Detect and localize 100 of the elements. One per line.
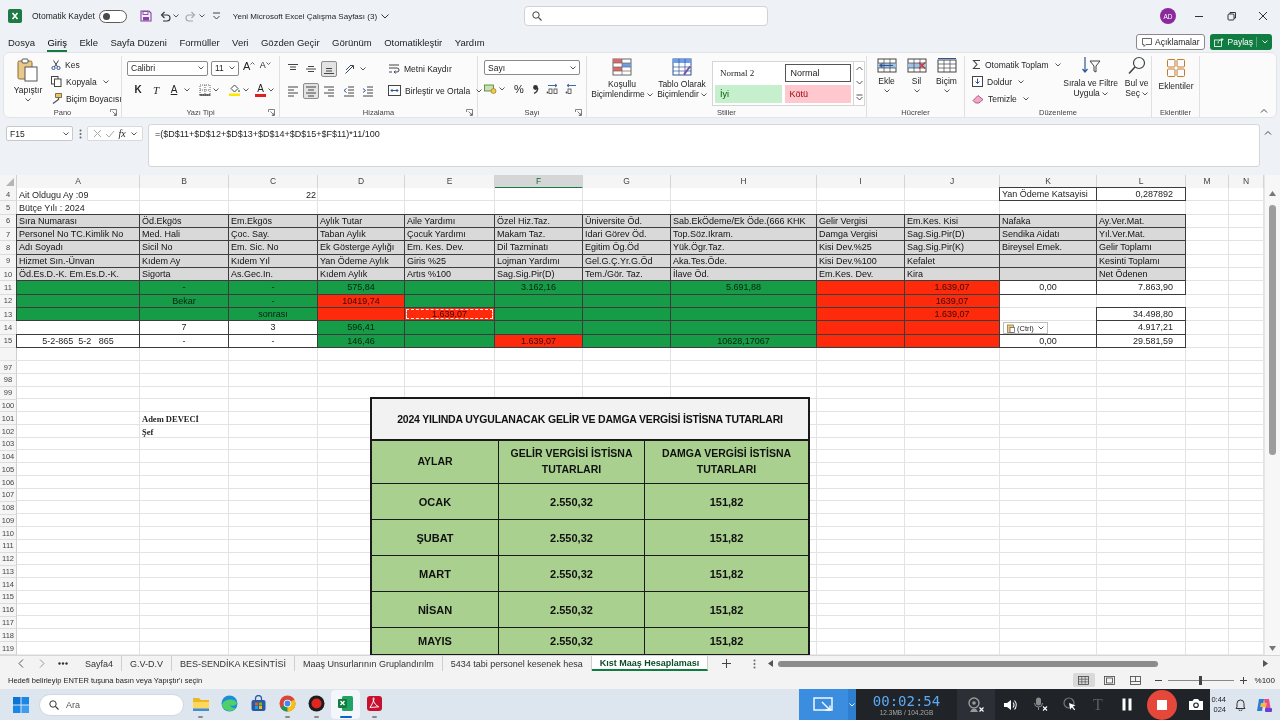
ribbon-tab[interactable]: Ekle	[79, 32, 98, 52]
ribbon-tab[interactable]: Formüller	[179, 32, 220, 52]
name-box[interactable]: F15	[6, 126, 73, 141]
grow-font-button[interactable]: A	[243, 60, 256, 76]
ribbon-tab[interactable]: Sayfa Düzeni	[110, 32, 167, 52]
clear-button[interactable]: Temizle	[972, 90, 1061, 107]
shrink-font-button[interactable]: A	[259, 60, 272, 76]
decrease-decimal-icon[interactable]	[565, 83, 578, 94]
bell-icon[interactable]	[1235, 698, 1246, 711]
formula-field[interactable]: =($D$11+$D$12+$D$13+$D$14+$D$15+$F$11)*11/100	[148, 124, 1260, 167]
taskbar-search-field[interactable]: Ara	[39, 693, 184, 716]
save-icon[interactable]	[139, 10, 152, 22]
cursor-click-icon[interactable]	[1062, 697, 1077, 712]
accounting-icon[interactable]	[484, 83, 497, 94]
assistant-app-icon[interactable]	[1256, 697, 1272, 712]
scrollbar-thumb[interactable]	[1269, 205, 1276, 455]
scroll-down-icon[interactable]	[855, 80, 863, 85]
font-size-field[interactable]: 11	[211, 60, 239, 76]
normal-view-button[interactable]	[1072, 673, 1095, 687]
fill-color-icon[interactable]	[228, 83, 241, 96]
conditional-formatting-button[interactable]: Koşullu Biçimlendirme	[591, 58, 653, 107]
search-field[interactable]	[524, 6, 768, 26]
scrollbar-thumb[interactable]	[778, 660, 1159, 667]
add-ins-button[interactable]: Eklentiler	[1154, 58, 1198, 107]
font-name-field[interactable]: Calibri	[127, 60, 208, 76]
header-cell: Em.Kes. Kisi	[904, 213, 1000, 228]
cell-style-button[interactable]: İyi	[715, 85, 782, 103]
share-button[interactable]: Paylaş	[1210, 34, 1272, 50]
scroll-right-icon[interactable]	[1263, 660, 1268, 667]
more-options-icon[interactable]	[753, 658, 757, 669]
start-menu-icon[interactable]	[13, 696, 29, 713]
insert-cells-button[interactable]: Ekle	[872, 58, 901, 107]
undo-icon[interactable]	[158, 10, 171, 22]
autosave-toggle[interactable]	[98, 9, 127, 23]
dialog-launcher-icon[interactable]	[110, 108, 117, 116]
scroll-down-icon[interactable]	[1269, 646, 1276, 651]
ellipsis-icon[interactable]	[58, 662, 68, 665]
cut-button[interactable]: Kes	[51, 56, 122, 73]
italic-button[interactable]: T	[148, 81, 164, 98]
align-center-button[interactable]	[303, 82, 319, 99]
ribbon-tab[interactable]: Otomatikleştir	[384, 32, 443, 52]
number-format-field[interactable]: Sayı	[484, 60, 580, 75]
cell-style-button[interactable]: Kötü	[784, 85, 851, 103]
fill-button[interactable]: Doldur	[972, 73, 1061, 90]
format-as-table-button[interactable]: Tablo Olarak Biçimlendir	[655, 58, 709, 107]
wrap-text-button[interactable]: Metni Kaydır	[388, 60, 483, 77]
format-painter-button[interactable]: Biçim Boyacısı	[51, 90, 122, 107]
webcam-icon[interactable]	[967, 696, 985, 713]
increase-indent-icon[interactable]	[362, 84, 374, 97]
paste-button[interactable]: Yapıştır	[9, 56, 47, 107]
column-header[interactable]: F	[495, 175, 583, 189]
close-icon[interactable]	[1258, 11, 1268, 21]
cell-style-button[interactable]: Normal	[784, 64, 851, 82]
checkmark-icon[interactable]	[105, 129, 116, 138]
decrease-indent-icon[interactable]	[343, 84, 355, 97]
dialog-launcher-icon[interactable]	[466, 108, 473, 116]
zoom-in-icon[interactable]	[1239, 676, 1247, 684]
microphone-icon[interactable]	[1032, 697, 1048, 712]
bold-button[interactable]: K	[130, 81, 146, 98]
ribbon-tab[interactable]: Dosya	[8, 32, 35, 52]
sheet-tab[interactable]: Kıst Maaş Hesaplaması	[591, 656, 709, 671]
scroll-left-icon[interactable]	[768, 660, 774, 667]
text-angle-icon[interactable]	[344, 62, 356, 75]
comma-style-icon[interactable]	[532, 83, 539, 94]
collapse-ribbon-icon[interactable]	[1260, 108, 1268, 113]
scroll-up-icon[interactable]	[1269, 191, 1276, 196]
restore-icon[interactable]	[1227, 11, 1237, 21]
sort-filter-button[interactable]: Sırala ve Filtre Uygula	[1060, 56, 1121, 107]
shopping-bag-icon	[250, 695, 267, 712]
increase-decimal-icon[interactable]	[546, 83, 559, 94]
dialog-launcher-icon[interactable]	[268, 108, 275, 116]
format-cells-button[interactable]: Biçim	[932, 58, 961, 107]
zoom-slider-thumb[interactable]	[1199, 675, 1203, 685]
stop-button[interactable]	[1147, 689, 1177, 720]
copy-button[interactable]: Kopyala	[51, 73, 122, 90]
browser-icon	[279, 695, 296, 712]
more-options-icon[interactable]	[79, 129, 82, 139]
find-select-button[interactable]: Bul ve Seç	[1121, 56, 1152, 107]
underline-button[interactable]: A	[166, 81, 182, 98]
cell-style-button[interactable]: Normal 2	[715, 64, 782, 82]
merge-center-button[interactable]: Birleştir ve Ortala	[388, 82, 483, 99]
insert-function-button[interactable]: fx	[118, 128, 126, 139]
align-bottom-button[interactable]	[321, 60, 337, 77]
zoom-level[interactable]: %100	[1254, 675, 1275, 685]
autosum-button[interactable]: Otomatik Toplam	[972, 56, 1061, 73]
add-sheet-icon[interactable]	[722, 659, 732, 668]
camera-icon[interactable]	[1187, 698, 1204, 711]
font-color-button[interactable]: A	[255, 82, 266, 97]
borders-icon[interactable]	[199, 83, 211, 96]
ribbon-tab[interactable]: Veri	[232, 32, 249, 52]
ribbon-tab[interactable]: Yardım	[454, 32, 485, 52]
dialog-launcher-icon[interactable]	[575, 108, 582, 116]
speaker-icon[interactable]	[1003, 698, 1017, 711]
ribbon-tab[interactable]: Gözden Geçir	[260, 32, 320, 52]
chevron-down-icon[interactable]	[381, 13, 390, 19]
pause-icon[interactable]	[1122, 698, 1132, 711]
ribbon-tab[interactable]: Görünüm	[332, 32, 372, 52]
comments-button[interactable]: Açıklamalar	[1136, 34, 1206, 50]
delete-cells-button[interactable]: Sil	[902, 58, 931, 107]
percent-button[interactable]: %	[511, 80, 527, 97]
